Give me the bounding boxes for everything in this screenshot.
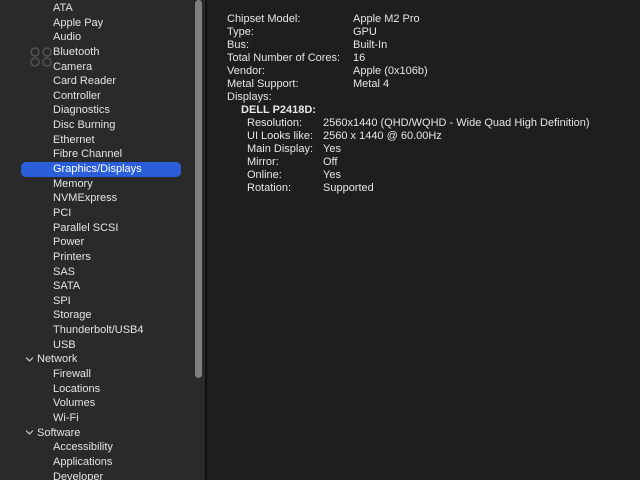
- sidebar-item-wi-fi[interactable]: Wi-Fi: [0, 411, 205, 426]
- sidebar-item-usb[interactable]: USB: [0, 338, 205, 353]
- display-detail-value: Supported: [323, 182, 374, 194]
- detail-label: Total Number of Cores:: [227, 52, 341, 64]
- sidebar-group-label: Network: [37, 353, 78, 366]
- sidebar-item-pci[interactable]: PCI: [0, 206, 205, 221]
- detail-value: 16: [353, 52, 366, 64]
- sidebar-group-network[interactable]: Network: [0, 352, 205, 367]
- sidebar-item-printers[interactable]: Printers: [0, 250, 205, 265]
- sidebar-item-storage[interactable]: Storage: [0, 308, 205, 323]
- detail-value: Apple M2 Pro: [353, 13, 420, 25]
- watermark-icon: [30, 47, 52, 67]
- sidebar-item-disc-burning[interactable]: Disc Burning: [0, 118, 205, 133]
- displays-label: Displays:: [227, 91, 272, 103]
- sidebar-item-locations[interactable]: Locations: [0, 382, 205, 397]
- display-detail-label: Mirror:: [247, 156, 279, 168]
- display-detail-value: Yes: [323, 143, 341, 155]
- sidebar-group-label: Software: [37, 426, 81, 439]
- sidebar-item-power[interactable]: Power: [0, 235, 205, 250]
- sidebar-item-audio[interactable]: Audio: [0, 30, 205, 45]
- display-detail-label: Main Display:: [247, 143, 314, 155]
- sidebar-item-applications[interactable]: Applications: [0, 455, 205, 470]
- detail-label: Bus:: [227, 39, 250, 51]
- sidebar-item-apple-pay[interactable]: Apple Pay: [0, 16, 205, 31]
- display-name: DELL P2418D:: [241, 104, 316, 116]
- sidebar-item-thunderbolt-usb4[interactable]: Thunderbolt/USB4: [0, 323, 205, 338]
- sidebar-item-diagnostics[interactable]: Diagnostics: [0, 103, 205, 118]
- sidebar-item-controller[interactable]: Controller: [0, 89, 205, 104]
- display-detail-value: 2560 x 1440 @ 60.00Hz: [323, 130, 442, 142]
- sidebar-item-spi[interactable]: SPI: [0, 294, 205, 309]
- display-detail-value: Off: [323, 156, 338, 168]
- detail-value: GPU: [353, 26, 377, 38]
- detail-value: Built-In: [353, 39, 388, 51]
- display-detail-label: Rotation:: [247, 182, 292, 194]
- sidebar-item-ethernet[interactable]: Ethernet: [0, 133, 205, 148]
- sidebar: ATA Apple Pay Audio Bluetooth Camera Card Rea…: [0, 0, 205, 480]
- sidebar-item-ata[interactable]: ATA: [0, 1, 205, 16]
- display-detail-label: UI Looks like:: [247, 130, 314, 142]
- sidebar-list: ATA Apple Pay Audio Bluetooth Camera Card Rea…: [0, 1, 205, 480]
- sidebar-scrollbar[interactable]: [194, 0, 203, 480]
- details-pane: Chipset Model: Apple M2 Pro Type: GPU Bus: Bu…: [207, 0, 640, 480]
- sidebar-item-parallel-scsi[interactable]: Parallel SCSI: [0, 221, 205, 236]
- display-detail-label: Online:: [247, 169, 282, 181]
- detail-label: Type:: [227, 26, 254, 38]
- sidebar-group-software[interactable]: Software: [0, 426, 205, 441]
- chevron-down-icon[interactable]: [24, 352, 34, 366]
- detail-label: Vendor:: [227, 65, 265, 77]
- sidebar-item-developer[interactable]: Developer: [0, 470, 205, 480]
- detail-label: Metal Support:: [227, 78, 299, 90]
- detail-label: Chipset Model:: [227, 13, 301, 25]
- sidebar-item-volumes[interactable]: Volumes: [0, 396, 205, 411]
- sidebar-scrollbar-thumb[interactable]: [195, 0, 202, 378]
- sidebar-item-card-reader[interactable]: Card Reader: [0, 74, 205, 89]
- detail-value: Metal 4: [353, 78, 390, 90]
- display-detail-value: Yes: [323, 169, 341, 181]
- sidebar-item-sas[interactable]: SAS: [0, 265, 205, 280]
- display-detail-value: 2560x1440 (QHD/WQHD - Wide Quad High Def…: [323, 117, 590, 129]
- sidebar-item-firewall[interactable]: Firewall: [0, 367, 205, 382]
- sidebar-item-memory[interactable]: Memory: [0, 177, 205, 192]
- display-detail-label: Resolution:: [247, 117, 303, 129]
- sidebar-item-fibre-channel[interactable]: Fibre Channel: [0, 147, 205, 162]
- sidebar-item-graphics-displays[interactable]: Graphics/Displays: [21, 162, 181, 177]
- system-information-window: ATA Apple Pay Audio Bluetooth Camera Card Rea…: [0, 0, 640, 480]
- sidebar-item-accessibility[interactable]: Accessibility: [0, 440, 205, 455]
- detail-value: Apple (0x106b): [353, 65, 428, 77]
- chevron-down-icon[interactable]: [24, 426, 34, 440]
- sidebar-item-sata[interactable]: SATA: [0, 279, 205, 294]
- sidebar-item-nvmexpress[interactable]: NVMExpress: [0, 191, 205, 206]
